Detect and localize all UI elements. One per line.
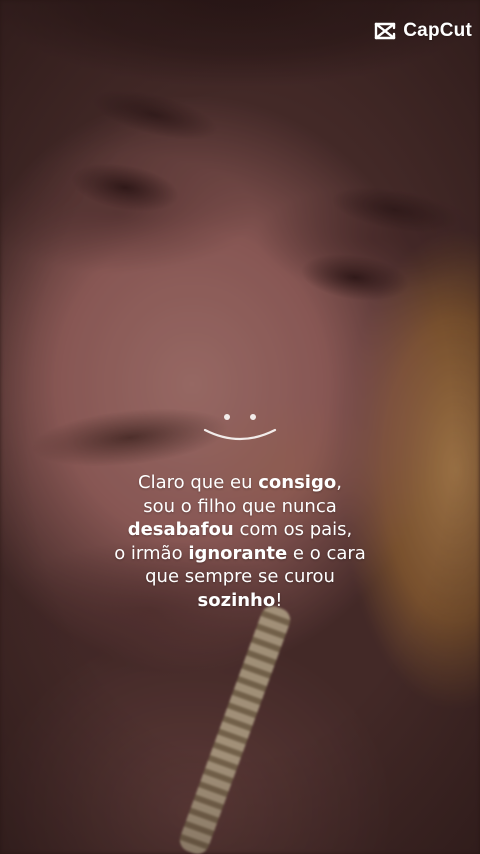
video-frame[interactable]: CapCut Claro que eu consigo, sou o filho …: [0, 0, 480, 854]
capcut-brand-text: CapCut: [403, 20, 472, 41]
caption-line: que sempre se curou: [0, 565, 480, 589]
caption-emphasis: desabafou: [127, 519, 234, 540]
caption-segment: ,: [336, 472, 342, 493]
caption-line: sou o filho que nunca: [0, 495, 480, 519]
caption-segment: e o cara: [287, 542, 366, 564]
caption-segment: sou o filho que nunca: [143, 495, 337, 517]
caption-segment: com os pais,: [233, 519, 353, 540]
caption-segment: que sempre se curou: [145, 566, 335, 587]
caption-emphasis: ignorante: [188, 542, 288, 564]
caption-line: sozinho!: [0, 589, 480, 613]
caption-emphasis: consigo: [258, 472, 337, 493]
caption-emphasis: sozinho: [197, 589, 276, 611]
caption-line: Claro que eu consigo,: [0, 471, 480, 495]
caption-segment: !: [275, 589, 283, 611]
caption-line: o irmão ignorante e o cara: [0, 542, 480, 566]
caption-text: Claro que eu consigo, sou o filho que nun…: [0, 471, 480, 612]
capcut-watermark: CapCut: [373, 20, 472, 42]
caption-segment: Claro que eu: [138, 472, 259, 493]
caption-line: desabafou com os pais,: [0, 518, 480, 542]
capcut-logo-icon: [375, 22, 396, 40]
caption-segment: o irmão: [114, 542, 189, 564]
smiley-face-icon: [203, 414, 277, 440]
